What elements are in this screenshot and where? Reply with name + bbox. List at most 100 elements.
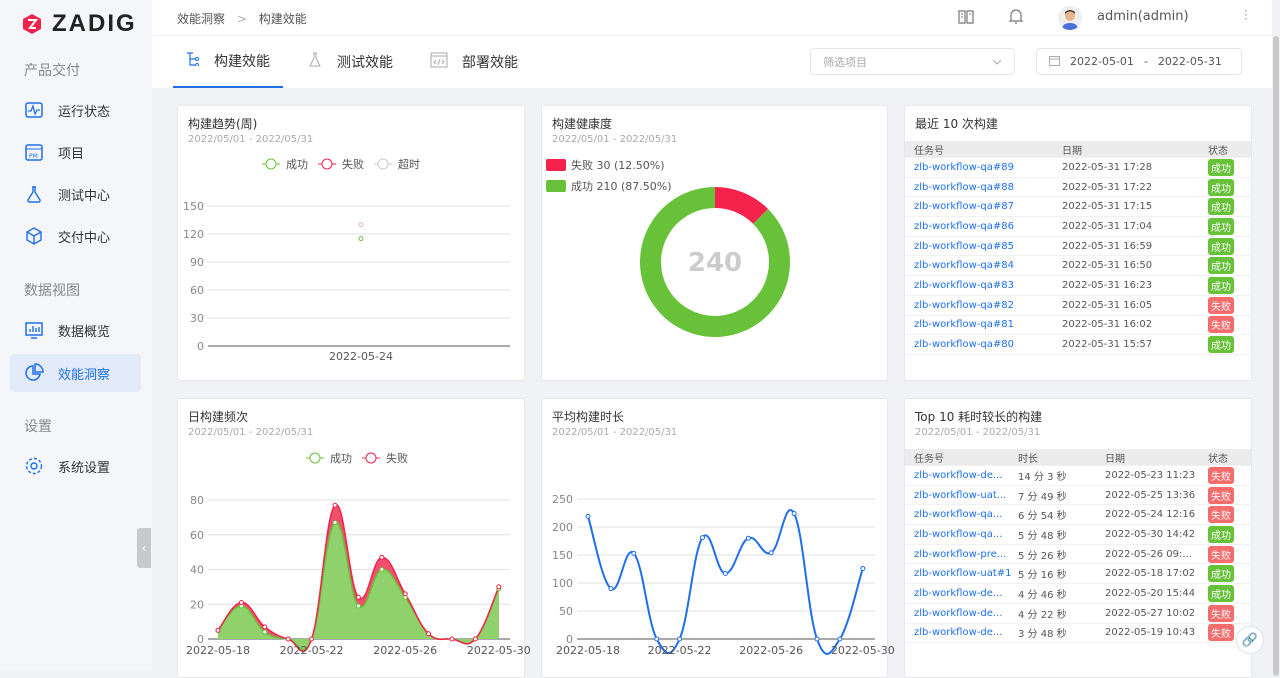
tab-build[interactable]: 构建效能 (173, 36, 283, 88)
table-row: zlb-workflow-qa#81 2022-05-31 16:02 失败 (905, 316, 1251, 336)
build-link[interactable]: zlb-workflow-qa#83 (914, 280, 1014, 291)
build-link[interactable]: zlb-workflow-qa#82 (914, 300, 1014, 311)
card-subtitle: 2022/05/01 - 2022/05/31 (915, 427, 1041, 438)
user-name[interactable]: admin(admin) (1097, 9, 1189, 24)
tab-label: 构建效能 (214, 54, 270, 70)
table-row: zlb-workflow-de... 4 分 46 秒 2022-05-20 15:… (905, 584, 1251, 604)
status-badge: 成功 (1208, 276, 1234, 294)
cell: 2022-05-31 17:22 (1062, 181, 1153, 193)
card-subtitle: 2022/05/01 - 2022/05/31 (188, 427, 314, 438)
build-link[interactable]: zlb-workflow-qa#84 (914, 260, 1014, 271)
link-icon: 🔗 (1241, 632, 1259, 648)
brand-name: ZADIG (52, 10, 137, 37)
flask-icon (24, 184, 44, 204)
cell: 5 分 48 秒 (1018, 530, 1067, 542)
table-row: zlb-workflow-de... 4 分 22 秒 2022-05-27 10:… (905, 604, 1251, 624)
cell: 2022-05-31 16:23 (1062, 279, 1153, 291)
sidebar-item-label: 测试中心 (58, 188, 111, 204)
column-header: 任务号 (914, 453, 944, 465)
tab-test[interactable]: 测试效能 (307, 36, 393, 88)
table-row: zlb-workflow-uat... 7 分 49 秒 2022-05-25 13… (905, 486, 1251, 506)
cell: 7 分 49 秒 (1018, 491, 1067, 503)
table-row: zlb-workflow-qa#87 2022-05-31 17:15 成功 (905, 197, 1251, 218)
table-row: zlb-workflow-qa#82 2022-05-31 16:05 失败 (905, 296, 1251, 316)
build-link[interactable]: zlb-workflow-qa#81 (914, 319, 1014, 330)
sidebar-item-label: 交付中心 (58, 230, 111, 246)
tab-label: 部署效能 (462, 55, 518, 71)
gear-icon (24, 456, 44, 476)
docs-book-icon[interactable] (958, 9, 974, 29)
tab-deploy[interactable]: 部署效能 (430, 36, 518, 88)
collapse-sidebar-button[interactable]: ‹ (137, 528, 151, 568)
card-daily-builds: 日构建频次 2022/05/01 - 2022/05/31 (177, 398, 525, 678)
status-badge: 成功 (1208, 565, 1234, 583)
section-label: 产品交付 (24, 63, 80, 79)
build-link[interactable]: zlb-workflow-uat#1 (914, 568, 1012, 579)
build-link[interactable]: zlb-workflow-qa#80 (914, 339, 1014, 350)
cell: 2022-05-31 15:57 (1062, 339, 1153, 351)
cell: 4 分 46 秒 (1018, 589, 1067, 601)
build-link[interactable]: zlb-workflow-qa#87 (914, 201, 1014, 212)
share-link-button[interactable]: 🔗 (1236, 626, 1264, 654)
sidebar-item-label: 系统设置 (58, 460, 111, 476)
tab-label: 测试效能 (337, 55, 393, 71)
build-link[interactable]: zlb-workflow-qa#88 (914, 182, 1014, 193)
build-link[interactable]: zlb-workflow-de... (914, 588, 1002, 599)
build-link[interactable]: zlb-workflow-de... (914, 627, 1002, 638)
card-subtitle: 2022/05/01 - 2022/05/31 (552, 134, 678, 145)
sidebar-item-status[interactable]: 运行状态 (10, 91, 141, 129)
cell: 2022-05-24 12:16 (1105, 509, 1196, 521)
date-separator: - (1143, 55, 1148, 68)
bell-icon[interactable] (1008, 7, 1024, 29)
card-build-health: 构建健康度 2022/05/01 - 2022/05/31 (541, 105, 888, 381)
build-link[interactable]: zlb-workflow-qa#89 (914, 162, 1014, 173)
sidebar-item-project[interactable]: PM 项目 (10, 133, 141, 171)
tabs-bar: 构建效能 测试效能 部署效能 筛选项目 2022-05-01-2022-05-3… (152, 36, 1272, 88)
project-icon: PM (24, 142, 44, 162)
card-recent-builds: 最近 10 次构建 任务号 日期 状态 zlb-workflow-qa#89 2022-… (904, 105, 1252, 381)
avatar[interactable] (1058, 6, 1082, 30)
table-row: zlb-workflow-qa... 5 分 48 秒 2022-05-30 14:… (905, 525, 1251, 545)
table-row: zlb-workflow-qa#85 2022-05-31 16:59 成功 (905, 237, 1251, 257)
build-link[interactable]: zlb-workflow-de... (914, 608, 1002, 619)
breadcrumb-item[interactable]: 效能洞察 (177, 12, 225, 26)
flask-icon (307, 52, 323, 72)
sidebar-item-overview[interactable]: 数据概览 (10, 311, 141, 349)
cell: 2022-05-18 17:02 (1105, 568, 1196, 580)
dashboard-icon (24, 320, 44, 340)
page-scrollbar[interactable] (1272, 36, 1280, 676)
sidebar-item-insight[interactable]: 效能洞察 (10, 354, 141, 392)
status-badge: 失败 (1208, 545, 1234, 563)
build-tree-icon (186, 52, 200, 70)
sidebar-item-test[interactable]: 测试中心 (10, 175, 141, 213)
table-row: zlb-workflow-pre... 5 分 26 秒 2022-05-26 09… (905, 545, 1251, 565)
scrollbar-thumb[interactable] (1273, 36, 1279, 676)
build-link[interactable]: zlb-workflow-qa... (914, 509, 1002, 520)
section-label: 设置 (24, 419, 52, 435)
status-badge: 成功 (1208, 584, 1234, 602)
sidebar-item-settings[interactable]: 系统设置 (10, 447, 141, 485)
table-row: zlb-workflow-qa#88 2022-05-31 17:22 成功 (905, 178, 1251, 198)
sidebar-item-delivery[interactable]: 交付中心 (10, 217, 141, 255)
table-header: 任务号 时长 日期 状态 (905, 449, 1251, 466)
logo[interactable]: ZADIG (22, 10, 137, 38)
build-link[interactable]: zlb-workflow-uat... (914, 490, 1006, 501)
date-start[interactable]: 2022-05-01 (1070, 55, 1134, 68)
pulse-icon (24, 100, 44, 120)
date-end[interactable]: 2022-05-31 (1158, 55, 1222, 68)
build-link[interactable]: zlb-workflow-qa#86 (914, 221, 1014, 232)
build-link[interactable]: zlb-workflow-qa#85 (914, 241, 1014, 252)
status-badge: 成功 (1208, 336, 1234, 354)
project-filter-select[interactable]: 筛选项目 (810, 48, 1015, 75)
more-vertical-icon[interactable]: · · · (1244, 5, 1248, 25)
date-range-picker[interactable]: 2022-05-01-2022-05-31 (1036, 48, 1242, 75)
calendar-icon (1049, 55, 1060, 69)
column-header: 日期 (1105, 453, 1125, 465)
cell: 2022-05-25 13:36 (1105, 489, 1196, 501)
section-label: 数据视图 (24, 283, 80, 299)
build-link[interactable]: zlb-workflow-pre... (914, 549, 1006, 560)
build-link[interactable]: zlb-workflow-de... (914, 470, 1002, 481)
card-title: 构建健康度 (552, 117, 613, 131)
zadig-logo-icon (23, 14, 41, 34)
build-link[interactable]: zlb-workflow-qa... (914, 529, 1002, 540)
